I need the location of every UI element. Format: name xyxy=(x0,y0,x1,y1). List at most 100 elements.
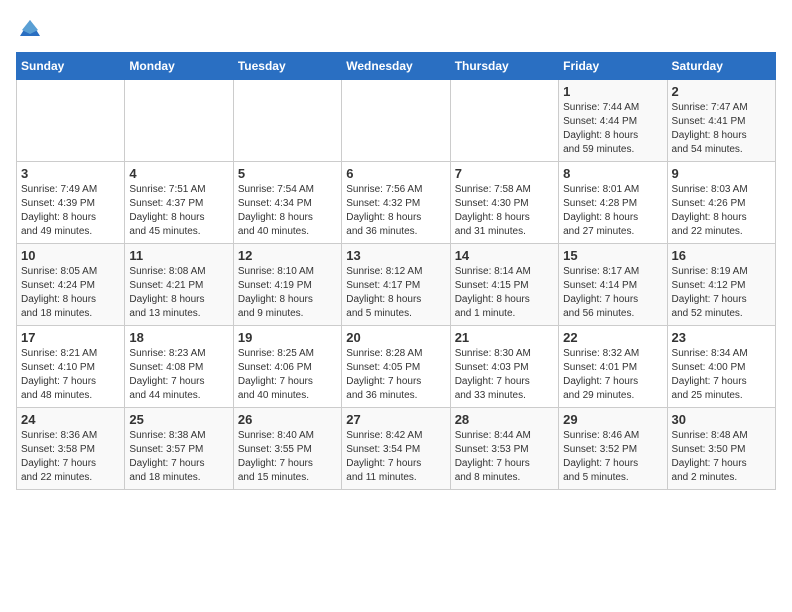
day-info: Sunrise: 8:17 AMSunset: 4:14 PMDaylight:… xyxy=(563,265,662,321)
day-info: Sunrise: 8:05 AMSunset: 4:24 PMDaylight:… xyxy=(21,265,120,321)
day-number: 7 xyxy=(455,166,554,181)
day-info: Sunrise: 7:49 AMSunset: 4:39 PMDaylight:… xyxy=(21,183,120,239)
day-info: Sunrise: 7:44 AMSunset: 4:44 PMDaylight:… xyxy=(563,101,662,157)
calendar-cell: 23Sunrise: 8:34 AMSunset: 4:00 PMDayligh… xyxy=(667,326,775,408)
day-info: Sunrise: 8:25 AMSunset: 4:06 PMDaylight:… xyxy=(238,347,337,403)
calendar-cell: 29 Sunrise: 8:46 AMSunset: 3:52 PMDayligh… xyxy=(559,408,667,490)
day-number: 20 xyxy=(346,330,445,345)
day-number: 17 xyxy=(21,330,120,345)
day-info: Sunrise: 8:28 AMSunset: 4:05 PMDaylight:… xyxy=(346,347,445,403)
day-number: 21 xyxy=(455,330,554,345)
day-number: 6 xyxy=(346,166,445,181)
calendar-cell: 1 Sunrise: 7:44 AMSunset: 4:44 PMDaylight… xyxy=(559,80,667,162)
calendar-cell xyxy=(342,80,450,162)
day-number: 24 xyxy=(21,412,120,427)
calendar-cell: 13 Sunrise: 8:12 AMSunset: 4:17 PMDayligh… xyxy=(342,244,450,326)
day-number: 14 xyxy=(455,248,554,263)
logo xyxy=(16,16,42,40)
day-info: Sunrise: 8:46 AMSunset: 3:52 PMDaylight:… xyxy=(563,429,662,485)
weekday-header-cell: Sunday xyxy=(17,53,125,80)
calendar-cell xyxy=(17,80,125,162)
calendar-cell: 10 Sunrise: 8:05 AMSunset: 4:24 PMDayligh… xyxy=(17,244,125,326)
day-number: 1 xyxy=(563,84,662,99)
calendar-cell xyxy=(233,80,341,162)
day-info: Sunrise: 7:54 AMSunset: 4:34 PMDaylight:… xyxy=(238,183,337,239)
logo-icon xyxy=(18,16,42,40)
calendar-week-row: 17 Sunrise: 8:21 AMSunset: 4:10 PMDayligh… xyxy=(17,326,776,408)
calendar-week-row: 1 Sunrise: 7:44 AMSunset: 4:44 PMDaylight… xyxy=(17,80,776,162)
day-info: Sunrise: 8:38 AMSunset: 3:57 PMDaylight:… xyxy=(129,429,228,485)
calendar-cell: 27 Sunrise: 8:42 AMSunset: 3:54 PMDayligh… xyxy=(342,408,450,490)
weekday-header-cell: Monday xyxy=(125,53,233,80)
day-info: Sunrise: 8:32 AMSunset: 4:01 PMDaylight:… xyxy=(563,347,662,403)
weekday-header-cell: Tuesday xyxy=(233,53,341,80)
day-info: Sunrise: 7:51 AMSunset: 4:37 PMDaylight:… xyxy=(129,183,228,239)
day-info: Sunrise: 8:01 AMSunset: 4:28 PMDaylight:… xyxy=(563,183,662,239)
calendar-cell: 20 Sunrise: 8:28 AMSunset: 4:05 PMDayligh… xyxy=(342,326,450,408)
calendar-cell: 14 Sunrise: 8:14 AMSunset: 4:15 PMDayligh… xyxy=(450,244,558,326)
day-info: Sunrise: 8:12 AMSunset: 4:17 PMDaylight:… xyxy=(346,265,445,321)
weekday-header-row: SundayMondayTuesdayWednesdayThursdayFrid… xyxy=(17,53,776,80)
day-number: 5 xyxy=(238,166,337,181)
calendar-cell xyxy=(450,80,558,162)
day-number: 16 xyxy=(672,248,771,263)
day-number: 30 xyxy=(672,412,771,427)
day-number: 28 xyxy=(455,412,554,427)
day-number: 27 xyxy=(346,412,445,427)
calendar-table: SundayMondayTuesdayWednesdayThursdayFrid… xyxy=(16,52,776,490)
day-info: Sunrise: 8:14 AMSunset: 4:15 PMDaylight:… xyxy=(455,265,554,321)
calendar-cell: 4 Sunrise: 7:51 AMSunset: 4:37 PMDaylight… xyxy=(125,162,233,244)
weekday-header-cell: Friday xyxy=(559,53,667,80)
calendar-cell: 9Sunrise: 8:03 AMSunset: 4:26 PMDaylight… xyxy=(667,162,775,244)
day-number: 2 xyxy=(672,84,771,99)
day-number: 11 xyxy=(129,248,228,263)
weekday-header-cell: Saturday xyxy=(667,53,775,80)
day-info: Sunrise: 8:10 AMSunset: 4:19 PMDaylight:… xyxy=(238,265,337,321)
day-number: 19 xyxy=(238,330,337,345)
day-info: Sunrise: 8:48 AMSunset: 3:50 PMDaylight:… xyxy=(672,429,771,485)
calendar-week-row: 10 Sunrise: 8:05 AMSunset: 4:24 PMDayligh… xyxy=(17,244,776,326)
calendar-cell: 2Sunrise: 7:47 AMSunset: 4:41 PMDaylight… xyxy=(667,80,775,162)
calendar-body: 1 Sunrise: 7:44 AMSunset: 4:44 PMDaylight… xyxy=(17,80,776,490)
weekday-header-cell: Thursday xyxy=(450,53,558,80)
day-number: 25 xyxy=(129,412,228,427)
calendar-cell: 19 Sunrise: 8:25 AMSunset: 4:06 PMDayligh… xyxy=(233,326,341,408)
day-info: Sunrise: 7:58 AMSunset: 4:30 PMDaylight:… xyxy=(455,183,554,239)
calendar-cell: 12Sunrise: 8:10 AMSunset: 4:19 PMDayligh… xyxy=(233,244,341,326)
day-info: Sunrise: 8:19 AMSunset: 4:12 PMDaylight:… xyxy=(672,265,771,321)
calendar-cell: 15 Sunrise: 8:17 AMSunset: 4:14 PMDayligh… xyxy=(559,244,667,326)
calendar-cell: 3 Sunrise: 7:49 AMSunset: 4:39 PMDaylight… xyxy=(17,162,125,244)
calendar-cell: 21Sunrise: 8:30 AMSunset: 4:03 PMDayligh… xyxy=(450,326,558,408)
day-number: 15 xyxy=(563,248,662,263)
day-number: 29 xyxy=(563,412,662,427)
day-number: 13 xyxy=(346,248,445,263)
day-number: 10 xyxy=(21,248,120,263)
weekday-header-cell: Wednesday xyxy=(342,53,450,80)
day-info: Sunrise: 7:56 AMSunset: 4:32 PMDaylight:… xyxy=(346,183,445,239)
calendar-cell: 18 Sunrise: 8:23 AMSunset: 4:08 PMDayligh… xyxy=(125,326,233,408)
day-info: Sunrise: 8:42 AMSunset: 3:54 PMDaylight:… xyxy=(346,429,445,485)
day-info: Sunrise: 8:40 AMSunset: 3:55 PMDaylight:… xyxy=(238,429,337,485)
calendar-cell xyxy=(125,80,233,162)
calendar-cell: 6 Sunrise: 7:56 AMSunset: 4:32 PMDaylight… xyxy=(342,162,450,244)
calendar-cell: 25 Sunrise: 8:38 AMSunset: 3:57 PMDayligh… xyxy=(125,408,233,490)
day-number: 22 xyxy=(563,330,662,345)
day-info: Sunrise: 8:08 AMSunset: 4:21 PMDaylight:… xyxy=(129,265,228,321)
day-number: 4 xyxy=(129,166,228,181)
day-number: 8 xyxy=(563,166,662,181)
day-info: Sunrise: 8:21 AMSunset: 4:10 PMDaylight:… xyxy=(21,347,120,403)
calendar-cell: 11 Sunrise: 8:08 AMSunset: 4:21 PMDayligh… xyxy=(125,244,233,326)
calendar-cell: 28Sunrise: 8:44 AMSunset: 3:53 PMDayligh… xyxy=(450,408,558,490)
calendar-week-row: 3 Sunrise: 7:49 AMSunset: 4:39 PMDaylight… xyxy=(17,162,776,244)
day-info: Sunrise: 8:03 AMSunset: 4:26 PMDaylight:… xyxy=(672,183,771,239)
day-number: 23 xyxy=(672,330,771,345)
calendar-cell: 30 Sunrise: 8:48 AMSunset: 3:50 PMDayligh… xyxy=(667,408,775,490)
page-header xyxy=(16,16,776,40)
calendar-cell: 8 Sunrise: 8:01 AMSunset: 4:28 PMDaylight… xyxy=(559,162,667,244)
day-number: 26 xyxy=(238,412,337,427)
day-number: 18 xyxy=(129,330,228,345)
calendar-week-row: 24Sunrise: 8:36 AMSunset: 3:58 PMDayligh… xyxy=(17,408,776,490)
day-number: 3 xyxy=(21,166,120,181)
calendar-cell: 26 Sunrise: 8:40 AMSunset: 3:55 PMDayligh… xyxy=(233,408,341,490)
day-info: Sunrise: 8:23 AMSunset: 4:08 PMDaylight:… xyxy=(129,347,228,403)
